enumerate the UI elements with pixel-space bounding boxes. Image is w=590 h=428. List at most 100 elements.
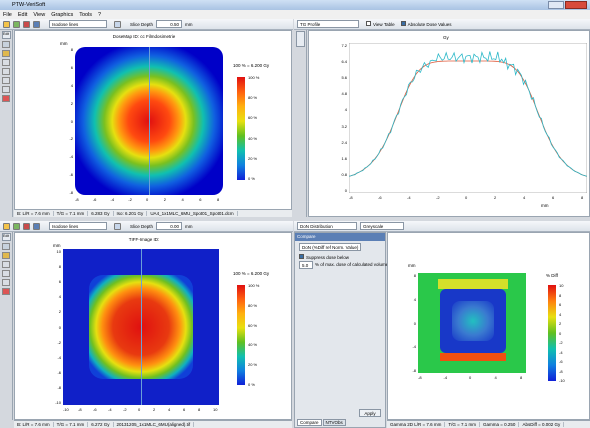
slice-depth-label: Slice Depth [130,223,154,229]
save-icon[interactable] [33,222,40,230]
compare-pane: Compare DoN (%Diff ref Norm. Value) Supp… [294,232,388,428]
status-absdiff: AbsDiff = 0.002 Gy [519,422,565,427]
diff-map[interactable] [418,273,526,373]
slice-depth-field[interactable]: 0.00 [156,222,183,230]
top-right-toolbar: TG Profile View Table Absolute Dose Valu… [294,19,590,30]
zoom-icon[interactable] [114,20,121,28]
tool-icon-4[interactable] [2,68,10,75]
y-tick-label: -10 [559,378,565,383]
apply-button[interactable]: Apply [359,409,381,417]
suppress-option[interactable]: Suppress dose below [299,254,349,260]
axis-unit: mm [60,41,68,46]
tool-icon-6[interactable] [2,86,10,93]
tool-icon-4[interactable] [2,270,10,277]
zoom-icon[interactable] [114,222,121,230]
x-tick-label: 2 [153,407,156,412]
menu-tools[interactable]: Tools [79,12,92,18]
y-tick-label: 40 % [248,135,258,141]
y-tick-label: -4 [57,354,61,360]
menu-graphics[interactable]: Graphics [51,12,73,18]
sidebar-tab-edit[interactable]: Edit [2,233,11,241]
status-tg: T/G = 7.1 mm [445,422,481,427]
color-bar [237,285,245,385]
x-tick-label: 0 [146,197,149,202]
status-tg: T/G = 7.1 mm [54,211,89,216]
tool-icon-3[interactable] [2,261,10,268]
absolute-dose-label: Absolute Dose Values [407,22,452,27]
x-tick-label: 6 [183,407,186,412]
close-button[interactable] [565,1,587,9]
x-tick-label: 8 [198,407,201,412]
tool-icon-3[interactable] [2,59,10,66]
plot-title: DoseMap ID: cc Filmdosimetrie [112,34,176,39]
x-tick-label: 4 [181,197,184,202]
tool-icon-1[interactable] [2,41,10,48]
legend-title: 100 % = 6.200 Gy [233,271,270,276]
tool-icon-6[interactable] [2,288,10,295]
bottom-left-toolbar: Isodose lines Slice Depth 0.00 mm [0,221,293,232]
y-tick-label: 40 % [248,342,258,348]
color-combo[interactable]: Greyscale [360,222,404,230]
x-tick-label: -4 [443,375,448,380]
y-tick-label: -2 [57,339,61,345]
refresh-icon[interactable] [13,222,20,230]
refresh-icon[interactable] [13,20,20,28]
mode-combo[interactable]: DoN (%Diff ref Norm. Value) [299,243,361,251]
tool-icon-5[interactable] [2,279,10,286]
app-title: PTW-VeriSoft [12,2,46,8]
x-unit: mm [541,203,549,208]
measured-profile-line [349,50,587,177]
top-right-sidebar [294,30,307,217]
stop-icon[interactable] [23,222,30,230]
y-tick-label: 3.2 [341,123,347,129]
crosshair-v [141,249,142,405]
suppress-checkbox[interactable] [299,254,304,259]
y-tick-label: 7.2 [341,43,347,48]
menu-edit[interactable]: Edit [18,12,27,18]
menu-view[interactable]: View [33,12,45,18]
tab-compare[interactable]: Compare [297,419,322,426]
x-tick-label: 4 [523,195,526,200]
threshold-field[interactable]: 5.0 [299,261,313,269]
tool-icon-2[interactable] [2,252,10,259]
tool-icon-7[interactable] [2,95,10,102]
minimize-button[interactable] [548,1,564,9]
y-tick-label: -4 [412,344,416,350]
save-icon[interactable] [33,20,40,28]
tool-combo[interactable]: Isodose lines [49,222,107,230]
calculated-profile-line [349,60,587,177]
sidebar-tab-edit[interactable]: Edit [2,31,11,39]
bottom-left-status: B: L/R = 7.6 mm T/G = 7.1 mm 6.272 Gy 20… [14,420,292,428]
profile-combo[interactable]: TG Profile [297,20,359,28]
stop-icon[interactable] [23,20,30,28]
sidebar-tab-profile[interactable] [296,31,305,47]
absolute-dose-option[interactable]: Absolute Dose Values [400,21,452,27]
view-table-checkbox[interactable] [366,21,371,26]
tab-ntvobs[interactable]: NTVObs [322,419,346,426]
y-tick-label: 8 [559,292,562,298]
y-unit: Gy [443,35,449,40]
view-table-option[interactable]: View Table [366,21,395,27]
y-tick-label: 10 [559,283,564,288]
x-tick-label: 8 [581,195,584,200]
tool-icon-1[interactable] [2,243,10,250]
x-tick-label: -4 [110,197,115,202]
tool-combo[interactable]: Isodose lines [49,20,107,28]
compare-blank [297,271,383,414]
slice-depth-field[interactable]: 0.50 [156,20,183,28]
legend-title: % Diff [546,273,558,278]
tool-icon-2[interactable] [2,50,10,57]
menu-help[interactable]: ? [98,12,101,18]
y-ticks: 7.2 6.4 5.6 4.8 4 3.2 2.4 1.6 0.8 0 [329,43,347,193]
open-icon[interactable] [3,20,10,28]
y-tick-label: 20 % [248,155,258,161]
view-table-label: View Table [373,22,395,27]
distribution-combo[interactable]: DoN Distribution [297,222,357,230]
absolute-dose-checkbox[interactable] [400,21,406,26]
x-tick-label: 4 [494,375,497,380]
y-tick-label: -2 [69,136,73,142]
menu-file[interactable]: File [3,12,12,18]
y-tick-label: 10 [56,249,61,254]
open-icon[interactable] [3,222,10,230]
tool-icon-5[interactable] [2,77,10,84]
